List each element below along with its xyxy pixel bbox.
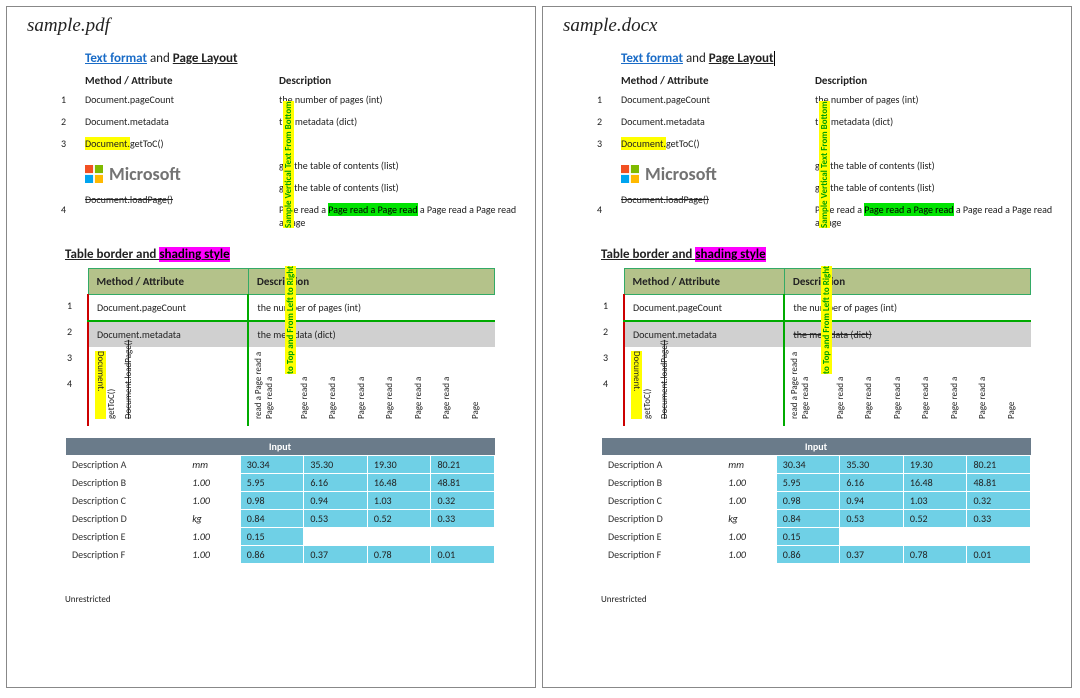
table-row: Description E 1.000.15 (66, 528, 495, 546)
data-cell: 0.32 (967, 492, 1031, 510)
footer-label: Unrestricted (601, 594, 1053, 605)
data-cell: 0.53 (304, 510, 368, 528)
microsoft-logo: Microsoft (85, 163, 245, 185)
data-cell: 35.30 (304, 456, 368, 474)
data-cell (367, 528, 431, 546)
styled-table: Method / AttributeDescription 1Document.… (65, 268, 495, 426)
data-cell (431, 528, 495, 546)
data-cell: 5.95 (776, 474, 840, 492)
data-cell: 0.98 (776, 492, 840, 510)
data-cell: 0.52 (903, 510, 967, 528)
data-cell (903, 528, 967, 546)
data-cell: 0.98 (240, 492, 304, 510)
data-cell (967, 528, 1031, 546)
right-page: sample.docx Text format and Page Layout … (542, 6, 1072, 688)
data-cell: 0.15 (776, 528, 840, 546)
data-cell: 0.84 (240, 510, 304, 528)
data-cell: 0.78 (367, 546, 431, 564)
section-heading-1: Text format and Page Layout (85, 51, 517, 66)
cell-method: Document.pageCount (621, 93, 781, 115)
footer-label: Unrestricted (65, 594, 517, 605)
data-cell: 48.81 (431, 474, 495, 492)
data-cell: 30.34 (240, 456, 304, 474)
data-cell: 6.16 (304, 474, 368, 492)
table-row: Description A mm30.3435.3019.3080.21 (602, 456, 1031, 474)
method-table-1: Sample Vertical Text From Bottom to Top … (597, 74, 1053, 229)
data-cell: 0.86 (776, 546, 840, 564)
input-table: Input Description A mm30.3435.3019.3080.… (601, 438, 1031, 564)
data-cell (304, 528, 368, 546)
comparison-container: sample.pdf Text format and Page Layout S… (6, 6, 1074, 688)
col-method-header: Method / Attribute (621, 74, 781, 93)
data-cell: 0.33 (967, 510, 1031, 528)
data-cell: 0.86 (240, 546, 304, 564)
doc-tab: sample.docx (563, 15, 1053, 37)
table-row: Description D kg0.840.530.520.33 (602, 510, 1031, 528)
data-cell: 48.81 (967, 474, 1031, 492)
method-table-1: Sample Vertical Text From Bottom to Top … (61, 74, 517, 229)
data-cell: 16.48 (903, 474, 967, 492)
data-cell: 6.16 (840, 474, 904, 492)
data-cell: 19.30 (903, 456, 967, 474)
data-cell: 0.32 (431, 492, 495, 510)
cell-method: Document.pageCount (85, 93, 245, 115)
data-cell: 16.48 (367, 474, 431, 492)
data-cell: 30.34 (776, 456, 840, 474)
data-cell: 0.52 (367, 510, 431, 528)
table-row: Description E 1.000.15 (602, 528, 1031, 546)
table-row: Description B 1.005.956.1616.4848.81 (602, 474, 1031, 492)
left-page: sample.pdf Text format and Page Layout S… (6, 6, 536, 688)
data-cell: 19.30 (367, 456, 431, 474)
data-cell: 0.94 (840, 492, 904, 510)
col-method-header: Method / Attribute (85, 74, 245, 93)
data-cell: 0.84 (776, 510, 840, 528)
table-row: Description F 1.000.860.370.780.01 (602, 546, 1031, 564)
data-cell: 0.01 (431, 546, 495, 564)
heading-link: Text format (621, 51, 683, 66)
col-desc-header: Description (279, 74, 517, 93)
data-cell: 0.37 (304, 546, 368, 564)
table-row: Description C 1.000.980.941.030.32 (602, 492, 1031, 510)
data-cell: 0.15 (240, 528, 304, 546)
doc-tab: sample.pdf (27, 15, 517, 37)
section-heading-1: Text format and Page Layout (621, 51, 1053, 66)
table-row: Description B 1.005.956.1616.4848.81 (66, 474, 495, 492)
vertical-text: Sample Vertical Text From Bottom to Top … (283, 82, 296, 374)
styled-table: Method / AttributeDescription 1Document.… (601, 268, 1031, 426)
data-cell: 0.94 (304, 492, 368, 510)
data-cell: 0.37 (840, 546, 904, 564)
data-cell: 80.21 (967, 456, 1031, 474)
data-cell (840, 528, 904, 546)
table-row: Description C 1.000.980.941.030.32 (66, 492, 495, 510)
data-cell: 35.30 (840, 456, 904, 474)
data-cell: 5.95 (240, 474, 304, 492)
data-cell: 0.33 (431, 510, 495, 528)
microsoft-logo: Microsoft (621, 163, 781, 185)
heading-link: Text format (85, 51, 147, 66)
data-cell: 1.03 (903, 492, 967, 510)
input-table: Input Description A mm30.3435.3019.3080.… (65, 438, 495, 564)
data-cell: 0.78 (903, 546, 967, 564)
table-row: Description A mm30.3435.3019.3080.21 (66, 456, 495, 474)
table-row: Description F 1.000.860.370.780.01 (66, 546, 495, 564)
data-cell: 80.21 (431, 456, 495, 474)
data-cell: 0.53 (840, 510, 904, 528)
table-row: Description D kg0.840.530.520.33 (66, 510, 495, 528)
data-cell: 0.01 (967, 546, 1031, 564)
col-desc-header: Description (815, 74, 1053, 93)
vertical-text: Sample Vertical Text From Bottom to Top … (819, 82, 832, 374)
data-cell: 1.03 (367, 492, 431, 510)
